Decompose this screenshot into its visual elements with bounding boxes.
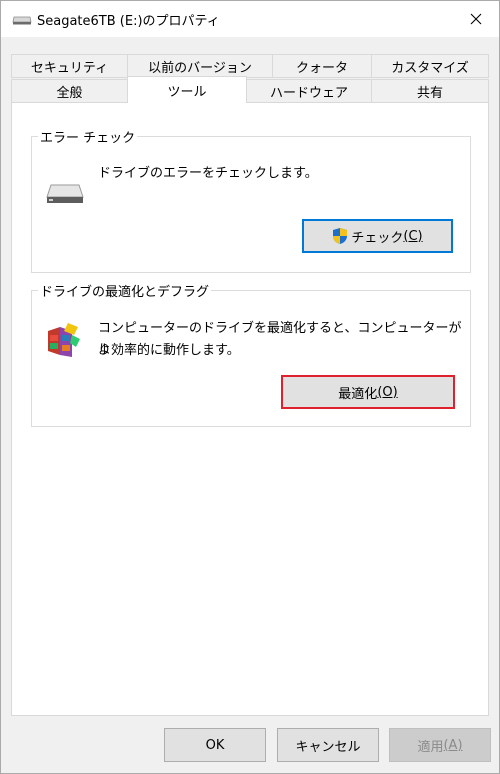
tab-hardware[interactable]: ハードウェア: [246, 79, 372, 103]
apply-button[interactable]: 適用 (A): [389, 728, 491, 762]
check-button-label: チェック: [351, 230, 404, 246]
tab-label: 全般: [56, 85, 83, 101]
uac-shield-icon: [333, 228, 348, 244]
tab-label: 以前のバージョン: [148, 60, 252, 76]
close-icon: [470, 13, 482, 25]
optimize-button-label: 最適化: [338, 386, 378, 402]
tab-label: ハードウェア: [269, 85, 348, 101]
drive-icon: [46, 184, 84, 203]
title-bar: Seagate6TB (E:)のプロパティ: [1, 1, 499, 37]
tab-label: セキュリティ: [30, 60, 109, 76]
cancel-button[interactable]: キャンセル: [277, 728, 379, 762]
error-check-description: ドライブのエラーをチェックします。: [98, 166, 318, 181]
tab-tools[interactable]: ツール: [127, 76, 247, 103]
tab-label: カスタマイズ: [391, 60, 469, 76]
defrag-icon: [48, 323, 80, 357]
tab-label: ツール: [167, 84, 207, 100]
tab-customize[interactable]: カスタマイズ: [371, 54, 489, 78]
ok-button-label: OK: [205, 737, 225, 753]
tools-panel: エラー チェック ドライブのエラーをチェックします。 チェック (C) ドライブの…: [11, 102, 489, 716]
apply-button-label: 適用: [417, 739, 444, 755]
drive-icon: [12, 16, 32, 25]
apply-button-accel: (A): [443, 737, 463, 753]
ok-button[interactable]: OK: [164, 728, 266, 762]
optimize-group-label: ドライブの最適化とデフラグ: [38, 281, 212, 300]
optimize-button[interactable]: 最適化 (O): [281, 375, 455, 409]
optimize-description-line2: り効率的に動作します。: [98, 343, 240, 358]
tab-quota[interactable]: クォータ: [272, 54, 372, 78]
check-button[interactable]: チェック (C): [302, 219, 453, 253]
error-check-group: エラー チェック ドライブのエラーをチェックします。 チェック (C): [31, 127, 471, 273]
window-title: Seagate6TB (E:)のプロパティ: [37, 14, 220, 29]
tab-security[interactable]: セキュリティ: [11, 54, 128, 78]
error-check-group-label: エラー チェック: [38, 127, 138, 146]
tab-previous-versions[interactable]: 以前のバージョン: [127, 54, 273, 78]
close-button[interactable]: [461, 7, 491, 31]
cancel-button-label: キャンセル: [295, 739, 361, 755]
tab-label: クォータ: [295, 60, 348, 76]
optimize-button-accel: (O): [377, 384, 398, 400]
optimize-group: ドライブの最適化とデフラグ コンピューターのドライブを最適化すると、コンピュータ…: [31, 281, 471, 427]
tab-sharing[interactable]: 共有: [371, 79, 489, 103]
properties-window: Seagate6TB (E:)のプロパティ セキュリティ 以前のバージョン クォ…: [0, 0, 500, 774]
check-button-accel: (C): [403, 228, 423, 244]
tab-general[interactable]: 全般: [11, 79, 128, 103]
tab-label: 共有: [416, 85, 443, 101]
